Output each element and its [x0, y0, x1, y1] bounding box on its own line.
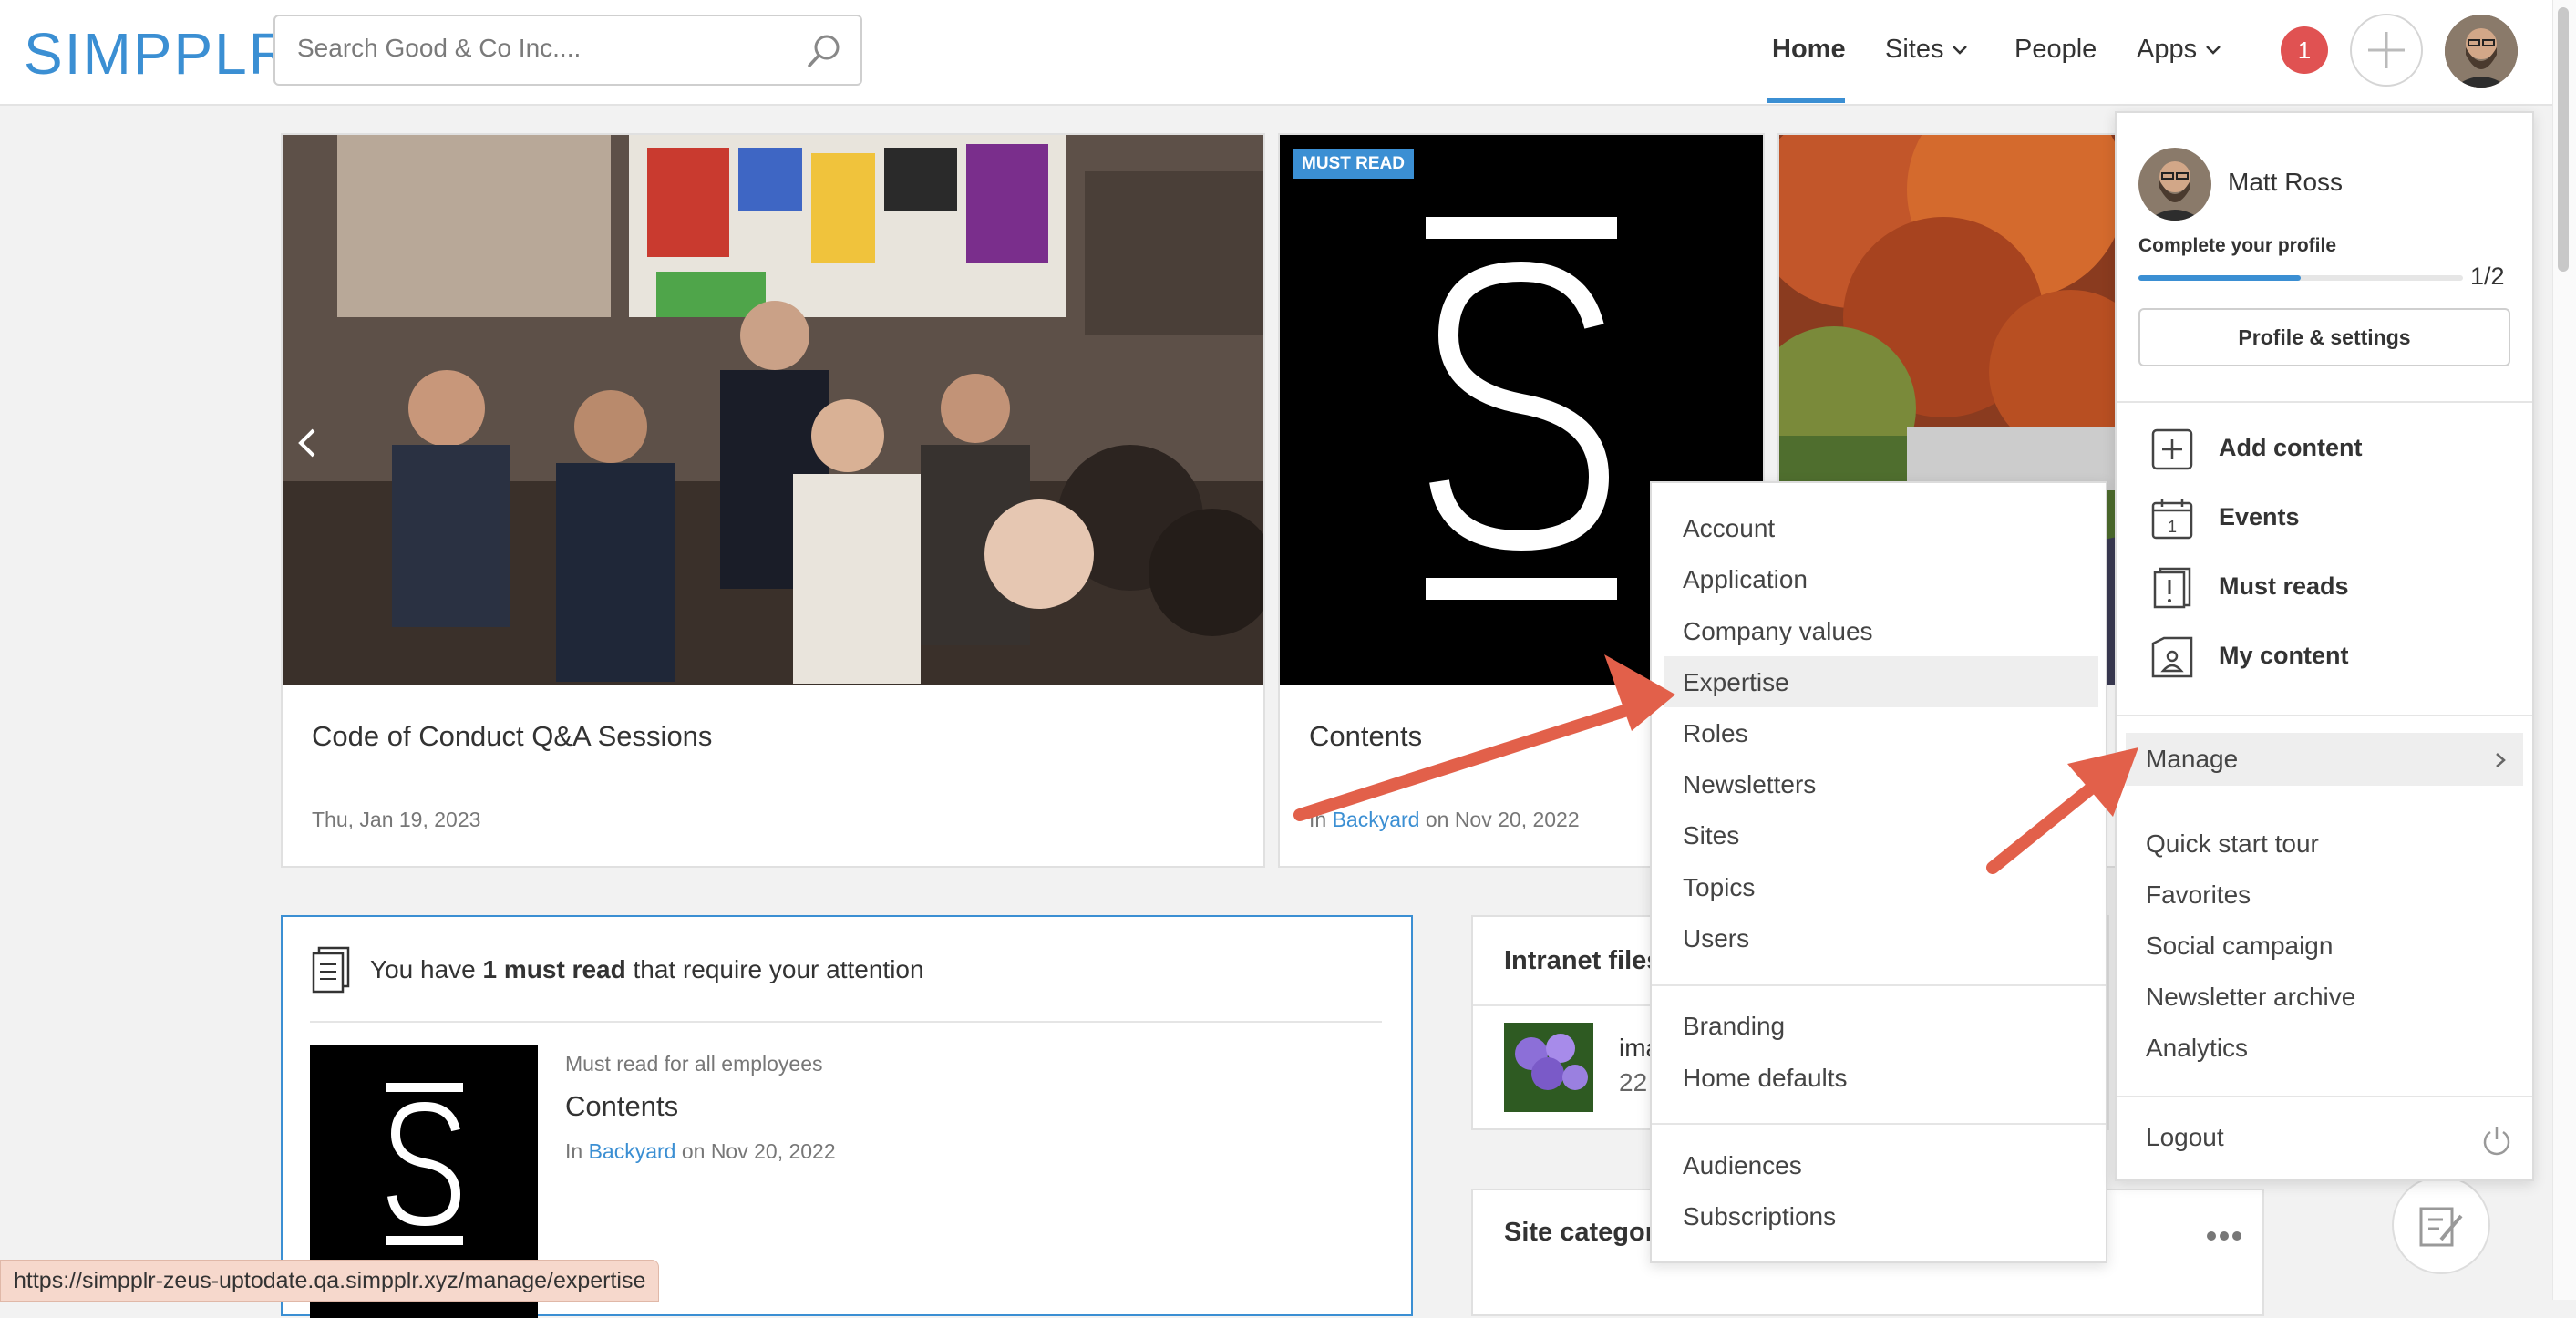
scrollbar-thumb[interactable]: [2558, 7, 2569, 272]
arrow-to-manage: [1986, 777, 2103, 874]
arrow-to-expertise: [1293, 705, 1631, 821]
annotation-arrows: [1293, 654, 2138, 874]
link-status-bar: https://simpplr-zeus-uptodate.qa.simpplr…: [0, 1260, 660, 1302]
